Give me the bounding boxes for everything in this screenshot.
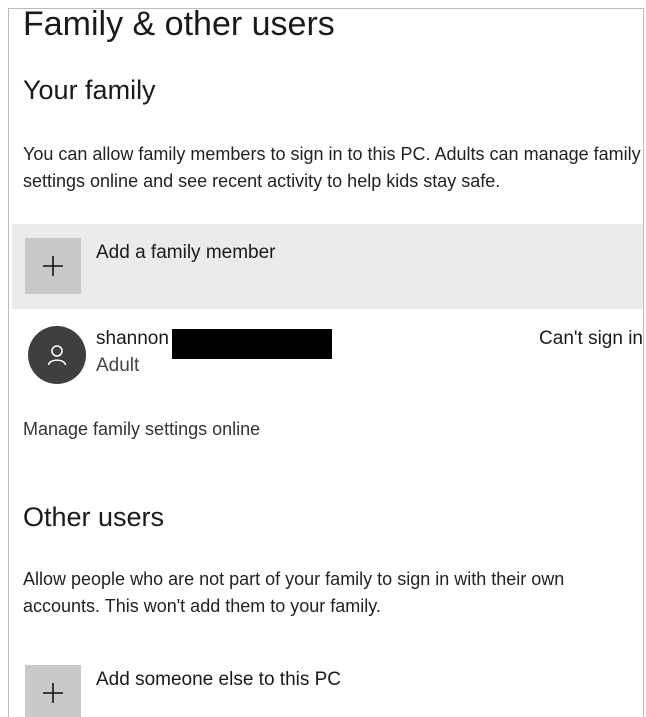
- redaction-bar: [172, 329, 332, 359]
- add-family-member-button[interactable]: Add a family member: [12, 224, 643, 309]
- your-family-description: You can allow family members to sign in …: [23, 144, 641, 191]
- add-someone-else-button[interactable]: Add someone else to this PC: [12, 651, 643, 717]
- page-title: Family & other users: [23, 8, 335, 43]
- plus-icon: [25, 238, 81, 294]
- person-icon: [28, 326, 86, 384]
- member-name: shannon: [96, 328, 169, 349]
- member-role: Adult: [96, 355, 140, 376]
- member-status: Can't sign in: [539, 328, 643, 349]
- other-users-description: Allow people who are not part of your fa…: [23, 569, 565, 616]
- your-family-heading: Your family: [23, 75, 156, 105]
- add-family-member-label: Add a family member: [96, 242, 276, 263]
- add-someone-else-label: Add someone else to this PC: [96, 669, 342, 690]
- family-member-row[interactable]: shannon Adult Can't sign in: [12, 319, 643, 389]
- settings-panel: Family & other users Your family You can…: [8, 8, 644, 717]
- manage-family-settings-link[interactable]: Manage family settings online: [23, 419, 260, 440]
- plus-icon: [25, 665, 81, 717]
- other-users-heading: Other users: [23, 502, 165, 532]
